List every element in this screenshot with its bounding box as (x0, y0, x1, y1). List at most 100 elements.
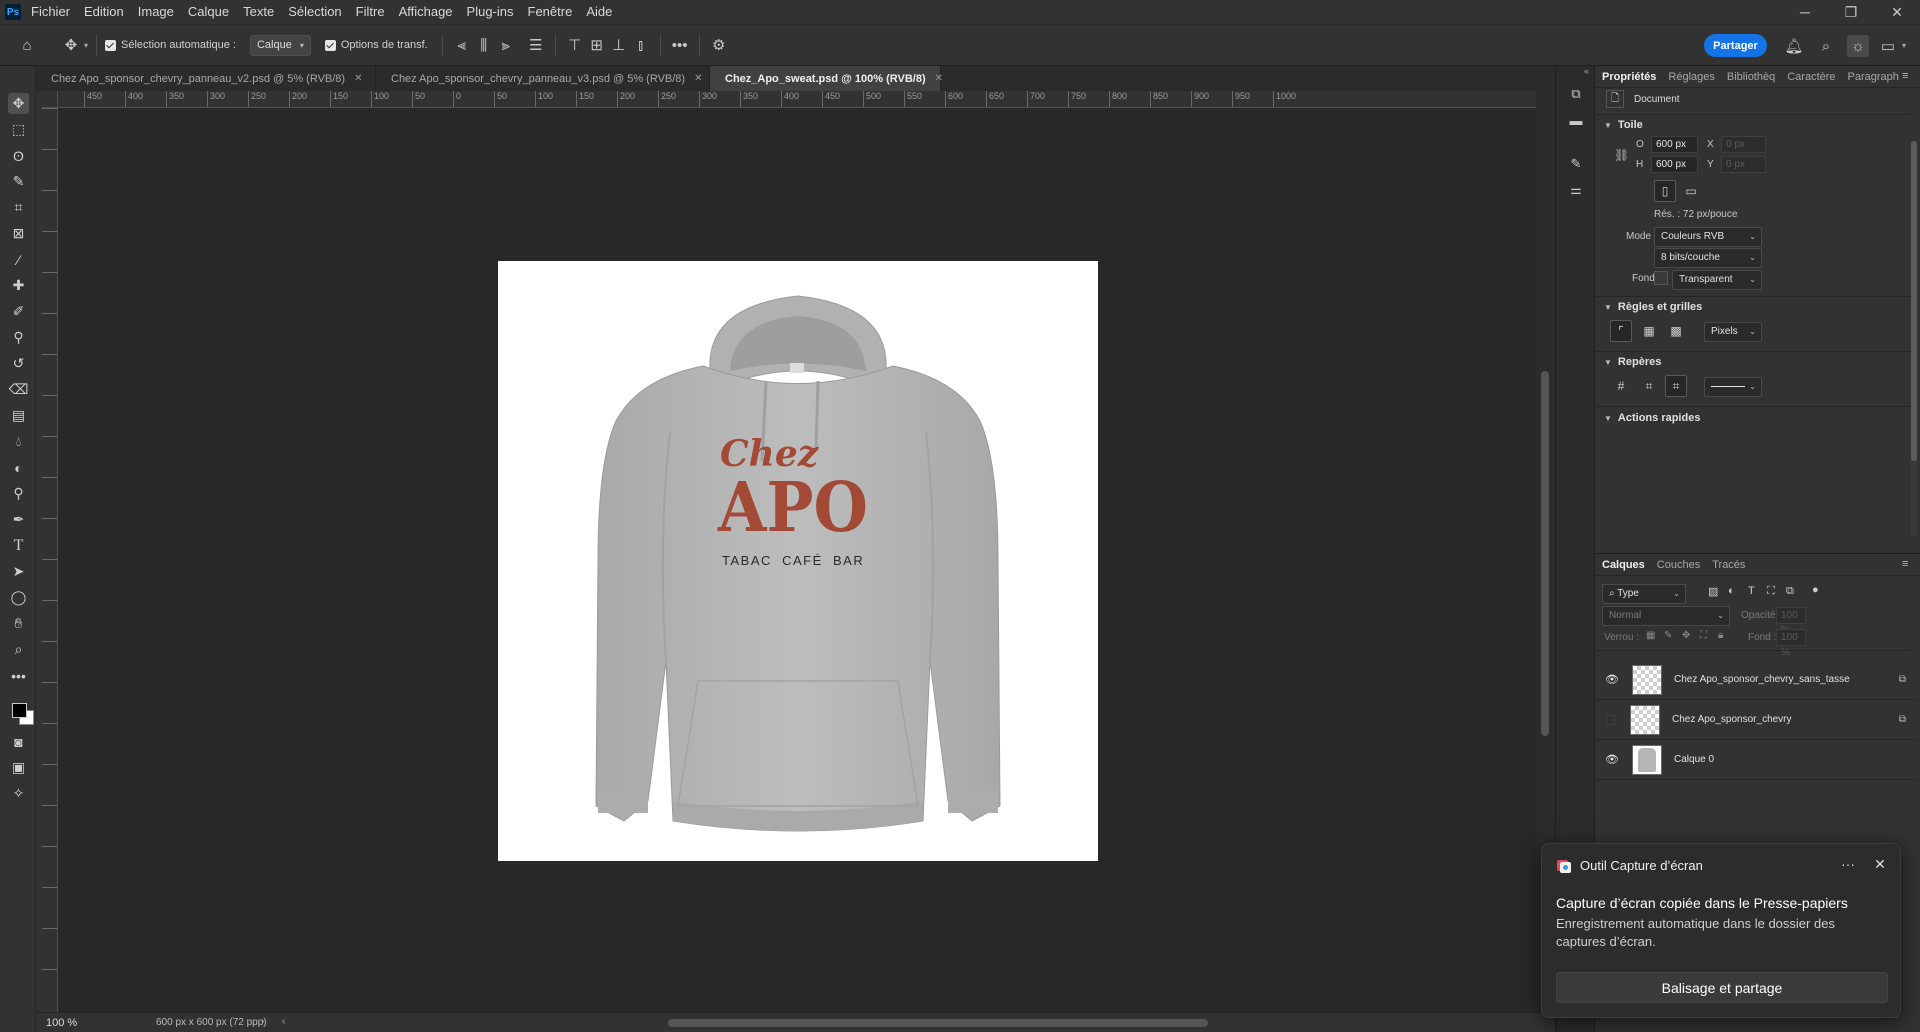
lock-transparency-icon[interactable]: ▦ (1646, 630, 1655, 641)
brush-settings-icon[interactable]: ✎ (1566, 154, 1586, 174)
section-regles-grilles[interactable]: ▼ Règles et grilles (1604, 301, 1702, 313)
menu-aide[interactable]: Aide (579, 0, 619, 24)
menu-filtre[interactable]: Filtre (349, 0, 392, 24)
fond-select[interactable]: Transparent ⌄ (1672, 270, 1762, 290)
tab-panneau-v2[interactable]: Chez Apo_sponsor_chevry_panneau_v2.psd @… (36, 66, 376, 91)
markup-share-button[interactable]: Balisage et partage (1556, 972, 1888, 1003)
minimize-icon[interactable]: ─ (1782, 0, 1828, 24)
menu-edition[interactable]: Edition (77, 0, 131, 24)
canvas-horizontal-scrollbar[interactable] (294, 1019, 1544, 1027)
scroll-thumb[interactable] (1541, 371, 1549, 736)
dodge-tool-icon[interactable]: ◐ (8, 457, 29, 478)
close-icon[interactable]: ✕ (1868, 854, 1892, 874)
move-tool-icon[interactable]: ✥ (60, 34, 82, 56)
align-top-icon[interactable]: ⊤ (564, 34, 586, 56)
menu-affichage[interactable]: Affichage (392, 0, 460, 24)
tab-proprietes[interactable]: Propriétés (1596, 66, 1662, 88)
layer-row-chevry[interactable]: · Chez Apo_sponsor_chevry ⧉ (1596, 700, 1916, 740)
panel-menu-icon[interactable]: ≡ (1902, 70, 1908, 82)
horizontal-ruler[interactable]: 450 400 350 300 250 200 150 100 50 0 50 100 150 200 25… (58, 91, 1536, 108)
chevron-down-icon[interactable]: ▾ (1902, 41, 1906, 50)
share-button[interactable]: Partager (1704, 34, 1767, 57)
workspace-icon[interactable]: ▭ (1877, 35, 1899, 57)
collapse-icon[interactable]: « (1584, 66, 1589, 76)
more-tools-icon[interactable]: ••• (8, 665, 29, 686)
tab-reglages[interactable]: Réglages (1662, 66, 1720, 88)
lock-pixels-icon[interactable]: ✎ (1664, 630, 1672, 641)
discover-lightbulb-icon[interactable]: ☼ (1847, 35, 1869, 57)
close-icon[interactable]: ✕ (354, 73, 362, 84)
zoom-tool-icon[interactable]: ⌕ (8, 639, 29, 660)
healing-brush-icon[interactable]: ✚ (8, 275, 29, 296)
visibility-eye-icon[interactable]: 👁︎ (1605, 754, 1619, 766)
pixel-grid-icon[interactable]: ▩ (1665, 320, 1687, 342)
quick-selection-icon[interactable]: ✎ (8, 171, 29, 192)
adjustments-icon[interactable]: ⚌ (1566, 180, 1586, 200)
search-icon[interactable]: ⌕ (1815, 35, 1837, 57)
rulers-toggle-icon[interactable]: ⌜ (1610, 320, 1632, 342)
bell-icon[interactable]: 🔔︎ (1783, 35, 1805, 57)
properties-scrollbar[interactable] (1911, 141, 1917, 536)
comments-icon[interactable]: ▬ (1566, 110, 1586, 130)
mode-select[interactable]: Couleurs RVB ⌄ (1654, 227, 1762, 247)
align-right-icon[interactable]: ⫸ (495, 34, 517, 56)
section-actions-rapides[interactable]: ▼ Actions rapides (1604, 412, 1700, 424)
align-bottom-icon[interactable]: ⊥ (608, 34, 630, 56)
stamp-tool-icon[interactable]: ⚲ (8, 327, 29, 348)
more-options-icon[interactable]: ··· (1836, 854, 1860, 874)
distribute-v-icon[interactable]: ⫾ (630, 34, 652, 56)
filter-toggle-icon[interactable]: ● (1812, 584, 1819, 596)
guides-lock-icon[interactable]: ⌗ (1638, 375, 1660, 397)
filter-pixel-icon[interactable]: ▨ (1708, 585, 1718, 598)
visibility-off-icon[interactable]: · (1606, 714, 1616, 725)
menu-image[interactable]: Image (131, 0, 181, 24)
align-center-h-icon[interactable]: ⫼ (473, 34, 495, 56)
bit-depth-select[interactable]: 8 bits/couche ⌄ (1654, 248, 1762, 268)
section-reperes[interactable]: ▼ Repères (1604, 356, 1661, 368)
close-window-icon[interactable]: ✕ (1874, 0, 1920, 24)
menu-calque[interactable]: Calque (181, 0, 236, 24)
close-icon[interactable]: ✕ (935, 73, 943, 84)
fond-swatch[interactable] (1654, 271, 1668, 285)
marquee-tool-icon[interactable]: ⬚ (8, 119, 29, 140)
chevron-down-icon[interactable]: ▾ (84, 41, 88, 50)
ellipse-tool-icon[interactable]: ◯ (8, 587, 29, 608)
hand-tool-icon[interactable]: ✋︎ (8, 613, 29, 634)
landscape-orientation-icon[interactable]: ▭ (1680, 180, 1702, 202)
tab-panneau-v3[interactable]: Chez Apo_sponsor_chevry_panneau_v3.psd @… (376, 66, 710, 91)
filter-type-icon[interactable]: T (1748, 585, 1755, 597)
vertical-ruler[interactable] (42, 108, 58, 1012)
path-selection-icon[interactable]: ➤ (8, 561, 29, 582)
smart-guides-icon[interactable]: ⌗ (1665, 375, 1687, 397)
frame-tool-icon[interactable]: ⊠ (8, 223, 29, 244)
crop-tool-icon[interactable]: ⌗ (8, 197, 29, 218)
visibility-eye-icon[interactable]: 👁︎ (1605, 674, 1619, 686)
tab-calques[interactable]: Calques (1596, 554, 1651, 576)
scroll-thumb[interactable] (668, 1019, 1208, 1027)
brush-tool-icon[interactable]: ✐ (8, 301, 29, 322)
zoom-level[interactable]: 100 % (46, 1017, 116, 1029)
guides-icon[interactable]: # (1610, 375, 1632, 397)
gear-icon[interactable]: ⚙ (708, 34, 730, 56)
align-middle-v-icon[interactable]: ⊞ (586, 34, 608, 56)
ruler-units-select[interactable]: Pixels ⌄ (1704, 322, 1762, 342)
width-field[interactable]: 600 px (1651, 136, 1698, 153)
tab-traces[interactable]: Tracés (1706, 554, 1751, 576)
auto-select-dropdown[interactable]: Calque ▾ (249, 34, 311, 56)
distribute-icon[interactable]: ☰ (525, 34, 547, 56)
scroll-thumb[interactable] (1911, 141, 1917, 461)
sponge-tool-icon[interactable]: ⚲ (8, 483, 29, 504)
more-options-icon[interactable]: ••• (669, 34, 691, 56)
lock-artboard-icon[interactable]: ⛶ (1700, 630, 1707, 641)
restore-icon[interactable]: ❐ (1828, 0, 1874, 24)
chevron-left-icon[interactable]: ‹ (282, 1016, 285, 1027)
menu-fenetre[interactable]: Fenêtre (521, 0, 580, 24)
layer-filter-select[interactable]: ⌕ Type ⌄ (1602, 584, 1686, 604)
canvas-area[interactable]: Chez APO TABAC CAFÉ BAR (58, 108, 1536, 1012)
auto-select-checkbox[interactable] (105, 39, 117, 51)
filter-smart-object-icon[interactable]: ⧉ (1786, 585, 1794, 598)
history-icon[interactable]: ⧉ (1566, 84, 1586, 104)
grid-toggle-icon[interactable]: ▦ (1638, 320, 1660, 342)
height-field[interactable]: 600 px (1651, 156, 1698, 173)
lock-position-icon[interactable]: ✥ (1682, 630, 1690, 641)
